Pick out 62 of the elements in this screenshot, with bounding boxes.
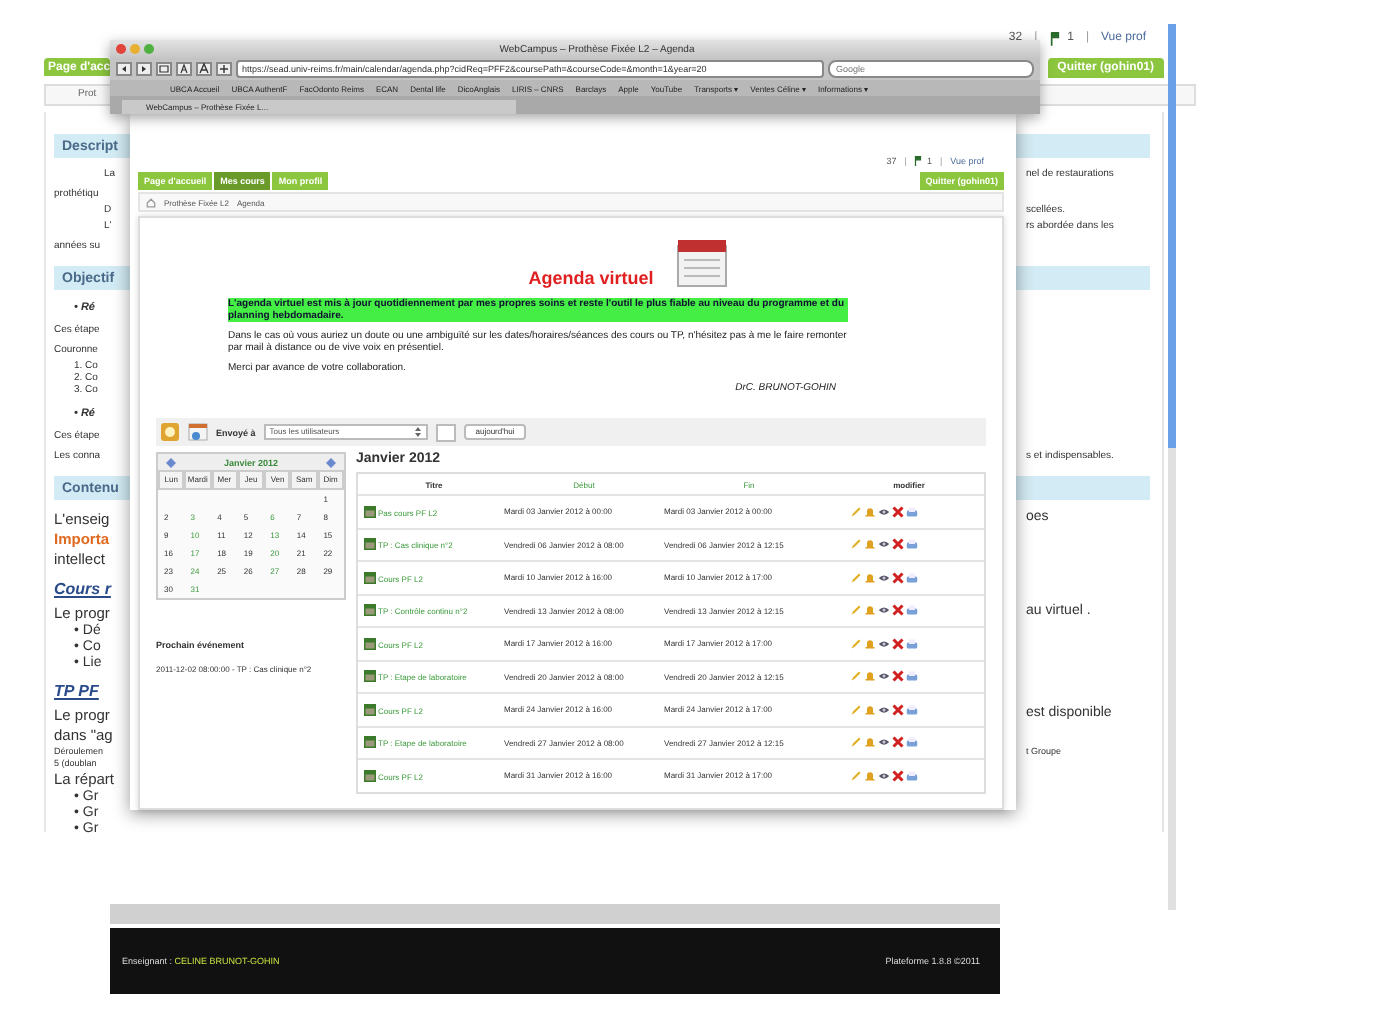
flag-icon [1049,31,1060,45]
event-icon [364,571,376,584]
delete-icon[interactable] [892,571,904,584]
eye-icon[interactable] [878,604,890,617]
eye-icon[interactable] [878,637,890,650]
flag-icon [914,155,923,165]
eye-icon[interactable] [878,703,890,716]
delete-icon[interactable] [892,736,904,749]
back-icon[interactable] [116,62,132,76]
printer-icon[interactable] [906,571,918,584]
delete-icon[interactable] [892,538,904,551]
pencil-icon[interactable] [850,769,862,782]
event-icon [364,604,376,617]
bookmarks-icon[interactable] [156,62,172,76]
eye-icon[interactable] [878,736,890,749]
text-fragment: TP PF [54,682,99,704]
pencil-icon[interactable] [850,637,862,650]
event-icon [364,736,376,749]
home-icon[interactable] [146,197,156,207]
printer-icon[interactable] [906,670,918,683]
event-icon [364,769,376,782]
eye-icon[interactable] [878,670,890,683]
printer-icon[interactable] [906,637,918,650]
event-icon [364,505,376,518]
sun-icon[interactable] [160,422,180,442]
pencil-icon[interactable] [850,505,862,518]
text-size-icon[interactable] [176,62,192,76]
printer-icon[interactable] [906,538,918,551]
delete-icon[interactable] [892,769,904,782]
text-size-icon[interactable] [196,62,212,76]
dropdown-arrows-icon[interactable] [413,426,422,438]
event-icon [364,670,376,683]
printer-icon[interactable] [906,736,918,749]
event-icon [364,637,376,650]
pencil-icon[interactable] [850,703,862,716]
event-icon [364,703,376,716]
delete-icon[interactable] [892,670,904,683]
agenda-title: Agenda virtuel [528,268,654,288]
event-icon [364,538,376,551]
eye-icon[interactable] [878,571,890,584]
delete-icon[interactable] [892,604,904,617]
pencil-icon[interactable] [850,538,862,551]
delete-icon[interactable] [892,505,904,518]
printer-icon[interactable] [906,505,918,518]
pencil-icon[interactable] [850,571,862,584]
add-icon[interactable] [216,62,232,76]
delete-icon[interactable] [892,637,904,650]
forward-icon[interactable] [136,62,152,76]
delete-icon[interactable] [892,703,904,716]
calendar-add-icon[interactable] [188,422,208,442]
printer-icon[interactable] [906,604,918,617]
eye-icon[interactable] [878,769,890,782]
pencil-icon[interactable] [850,736,862,749]
grid-button[interactable] [435,423,456,441]
pencil-icon[interactable] [850,604,862,617]
eye-icon[interactable] [878,538,890,551]
text-fragment: Cours r [54,580,111,602]
eye-icon[interactable] [878,505,890,518]
printer-icon[interactable] [906,769,918,782]
printer-icon[interactable] [906,703,918,716]
pencil-icon[interactable] [850,670,862,683]
scrollbar[interactable] [1168,24,1176,910]
